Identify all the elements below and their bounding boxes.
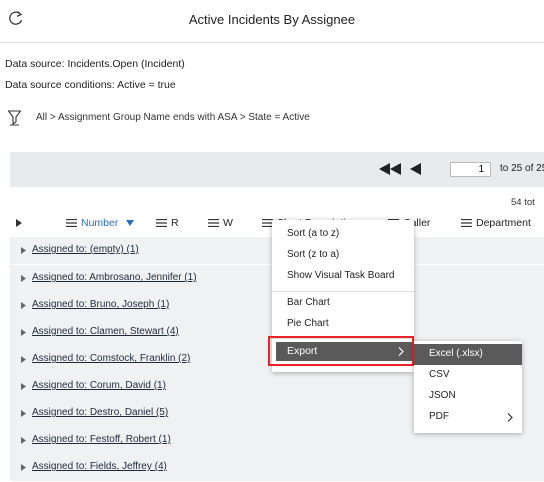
group-link[interactable]: Assigned to: Comstock, Franklin (2) bbox=[32, 353, 190, 364]
expand-row-icon[interactable] bbox=[21, 356, 26, 363]
column-label: W bbox=[223, 217, 233, 229]
expand-row-icon[interactable] bbox=[21, 464, 26, 471]
data-source-text: Data source: Incidents.Open (Incident) bbox=[5, 58, 185, 70]
expand-all-icon[interactable] bbox=[16, 219, 22, 227]
column-label: R bbox=[171, 217, 179, 229]
breadcrumb-text[interactable]: All > Assignment Group Name ends with AS… bbox=[36, 112, 310, 123]
pagination-bar: to 25 of 25 bbox=[10, 152, 544, 187]
group-link[interactable]: Assigned to: (empty) (1) bbox=[32, 244, 139, 255]
page-title: Active Incidents By Assignee bbox=[188, 12, 356, 27]
group-link[interactable]: Assigned to: Bruno, Joseph (1) bbox=[32, 299, 169, 310]
export-submenu: Excel (.xlsx) CSV JSON PDF bbox=[414, 341, 522, 433]
expand-row-icon[interactable] bbox=[21, 302, 26, 309]
expand-row-icon[interactable] bbox=[21, 383, 26, 390]
submenu-item-label: CSV bbox=[429, 369, 450, 380]
header-bar: Active Incidents By Assignee bbox=[0, 0, 544, 43]
column-r[interactable]: R bbox=[156, 217, 179, 229]
expand-row-icon[interactable] bbox=[21, 275, 26, 282]
submenu-item-label: Excel (.xlsx) bbox=[429, 348, 483, 359]
sort-descending-icon bbox=[126, 220, 135, 227]
previous-page-icon[interactable] bbox=[410, 163, 421, 175]
column-label: Department bbox=[476, 217, 531, 229]
menu-item-bar-chart[interactable]: Bar Chart bbox=[287, 297, 330, 308]
filter-icon[interactable] bbox=[8, 110, 21, 126]
submenu-item-json[interactable]: JSON bbox=[414, 386, 522, 407]
expand-row-icon[interactable] bbox=[21, 437, 26, 444]
column-menu-icon[interactable] bbox=[66, 219, 77, 228]
submenu-item-label: JSON bbox=[429, 390, 456, 401]
expand-row-icon[interactable] bbox=[21, 247, 26, 254]
group-link[interactable]: Assigned to: Ambrosano, Jennifer (1) bbox=[32, 272, 197, 283]
submenu-item-pdf[interactable]: PDF bbox=[414, 407, 522, 428]
submenu-item-label: PDF bbox=[429, 411, 449, 422]
column-menu-icon[interactable] bbox=[208, 219, 219, 228]
page-range-text: to 25 of 25 bbox=[500, 163, 544, 174]
column-w[interactable]: W bbox=[208, 217, 233, 229]
page-number-input[interactable] bbox=[450, 162, 491, 177]
submenu-item-excel[interactable]: Excel (.xlsx) bbox=[414, 344, 522, 365]
menu-item-sort-z-a[interactable]: Sort (z to a) bbox=[287, 249, 339, 260]
submenu-item-csv[interactable]: CSV bbox=[414, 365, 522, 386]
group-link[interactable]: Assigned to: Corum, David (1) bbox=[32, 380, 166, 391]
expand-row-icon[interactable] bbox=[21, 329, 26, 336]
chevron-right-icon bbox=[507, 413, 513, 422]
menu-item-visual-task-board[interactable]: Show Visual Task Board bbox=[287, 270, 394, 281]
group-row[interactable]: Assigned to: Fields, Jeffrey (4) bbox=[10, 454, 544, 482]
menu-item-pie-chart[interactable]: Pie Chart bbox=[287, 318, 329, 329]
expand-row-icon[interactable] bbox=[21, 410, 26, 417]
data-source-conditions: Data source conditions: Active = true bbox=[5, 79, 176, 91]
column-menu-icon[interactable] bbox=[461, 219, 472, 228]
menu-item-sort-a-z[interactable]: Sort (a to z) bbox=[287, 228, 339, 239]
group-link[interactable]: Assigned to: Festoff, Robert (1) bbox=[32, 434, 171, 445]
first-page-icon[interactable] bbox=[379, 163, 401, 175]
highlight-outline bbox=[268, 336, 414, 366]
column-menu-icon[interactable] bbox=[156, 219, 167, 228]
column-department[interactable]: Department bbox=[461, 217, 531, 229]
group-link[interactable]: Assigned to: Fields, Jeffrey (4) bbox=[32, 461, 167, 472]
menu-divider bbox=[272, 291, 414, 292]
column-number[interactable]: Number bbox=[66, 217, 135, 229]
total-count: 54 tot bbox=[511, 197, 535, 208]
column-label: Number bbox=[81, 217, 119, 229]
group-link[interactable]: Assigned to: Destro, Daniel (5) bbox=[32, 407, 168, 418]
group-link[interactable]: Assigned to: Clamen, Stewart (4) bbox=[32, 326, 179, 337]
